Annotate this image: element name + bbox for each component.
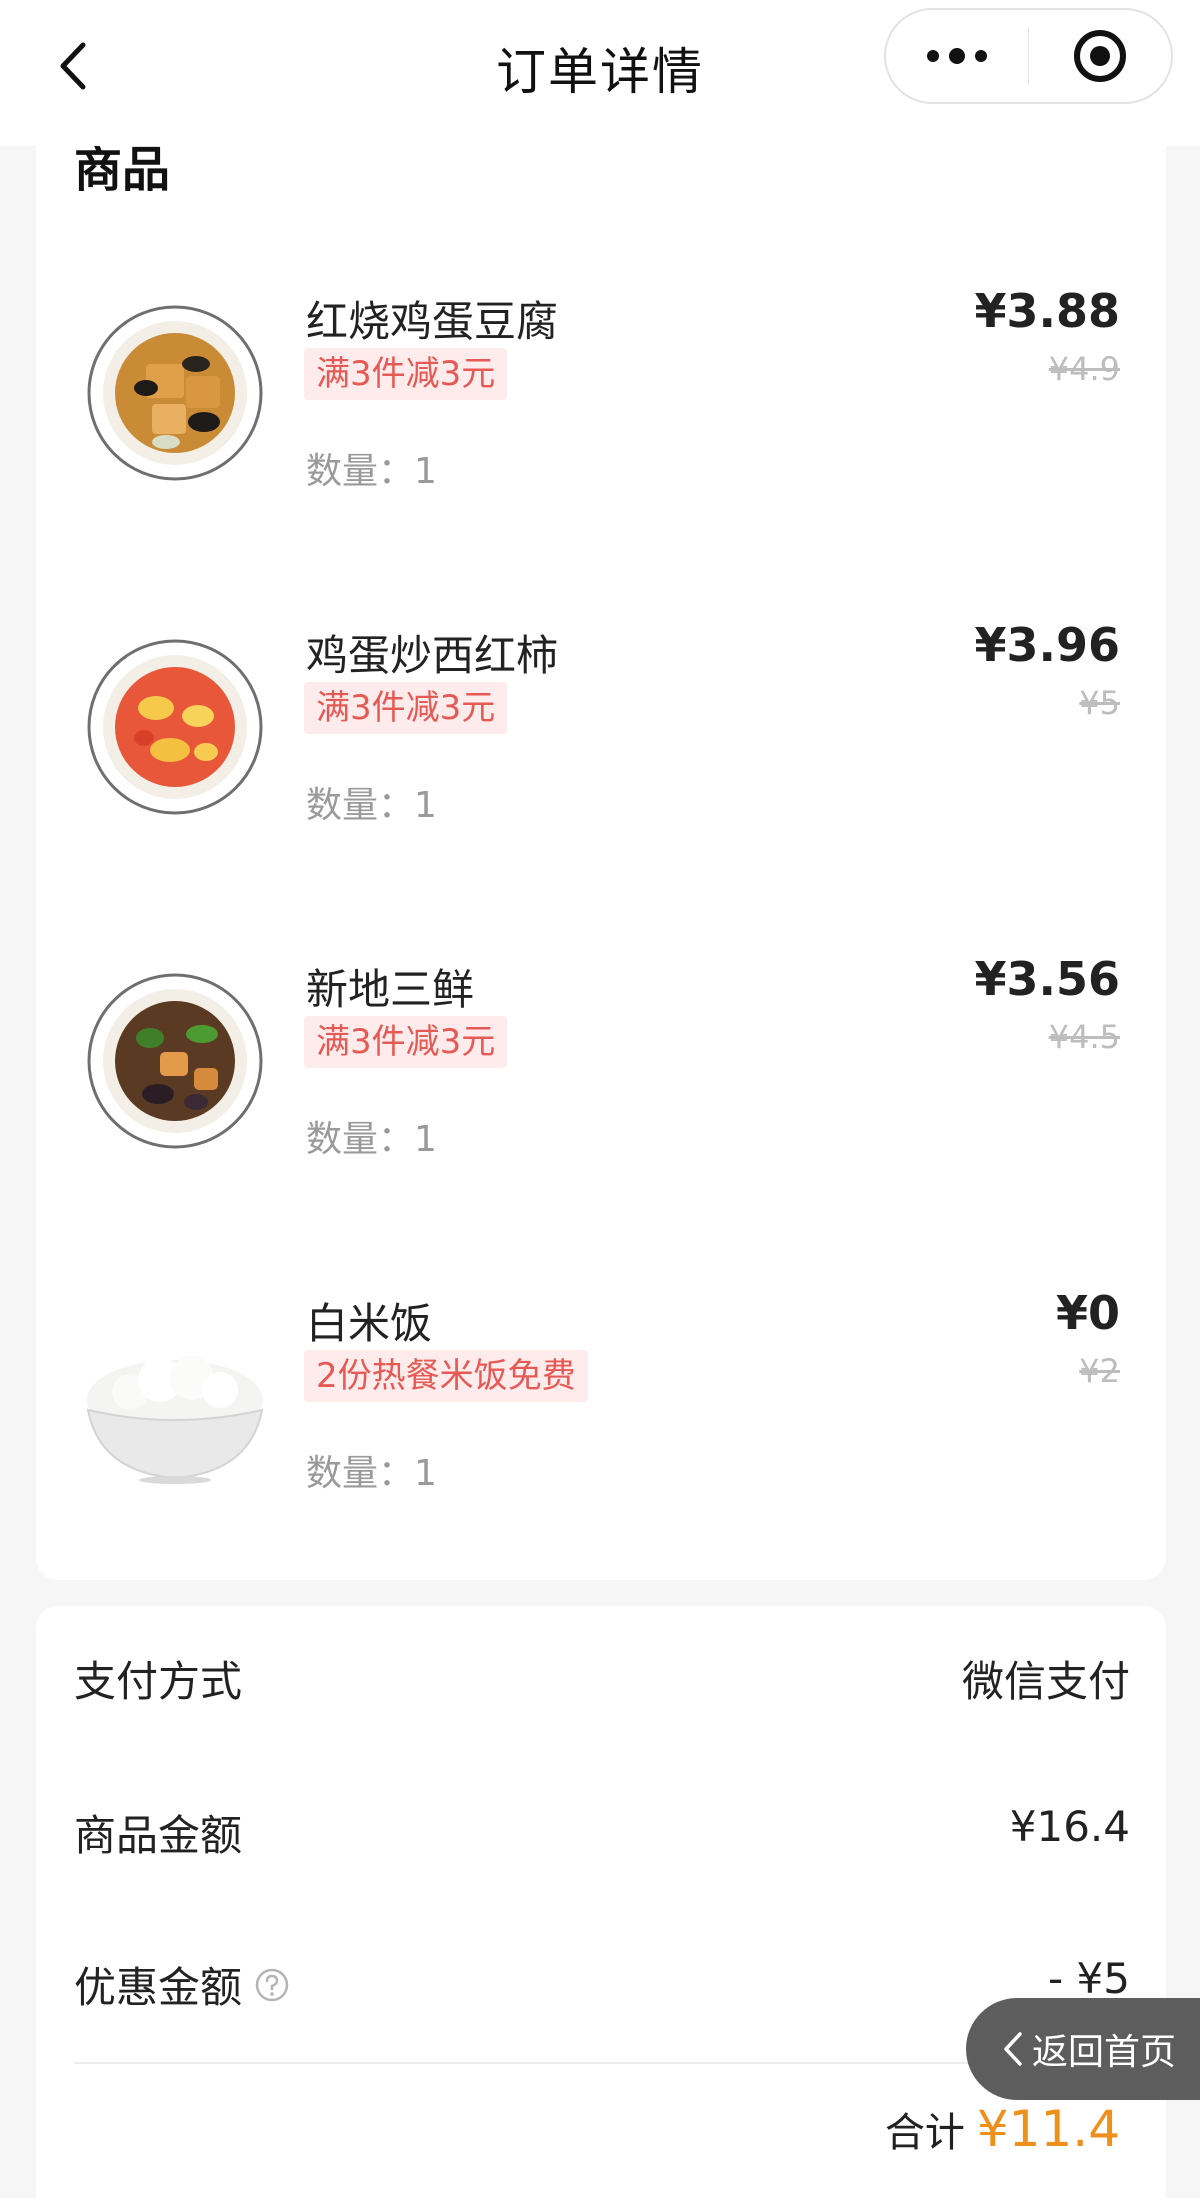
question-circle-icon[interactable]	[254, 1967, 290, 2003]
payment-method-label: 支付方式	[74, 1657, 243, 1706]
item-price: ¥3.88	[974, 284, 1120, 338]
chevron-left-icon	[1004, 2032, 1022, 2066]
item-name: 新地三鲜	[306, 965, 475, 1014]
goods-amount-value: ¥16.4	[1009, 1802, 1130, 1851]
item-quantity: 数量：1	[306, 1119, 437, 1160]
total-label: 合计	[884, 2110, 965, 2156]
item-name: 红烧鸡蛋豆腐	[306, 297, 559, 346]
payment-summary-card: 支付方式 微信支付 商品金额 ¥16.4 优惠金额 - ¥5 合计 ¥11.4	[36, 1606, 1166, 2198]
discount-label: 优惠金额	[74, 1963, 243, 2012]
payment-method-row: 支付方式 微信支付	[74, 1648, 1130, 1728]
back-to-home-button[interactable]: 返回首页	[966, 1998, 1200, 2100]
order-item: 红烧鸡蛋豆腐 满3件减3元 ¥3.88 ¥4.9 数量：1	[36, 260, 1166, 560]
total-row: 合计 ¥11.4	[885, 2100, 1120, 2158]
item-name: 白米饭	[306, 1299, 433, 1348]
promo-tag: 满3件减3元	[304, 348, 508, 400]
promo-tag: 2份热餐米饭免费	[304, 1350, 588, 1402]
goods-amount-label: 商品金额	[74, 1811, 243, 1860]
dish-image-tomato-egg	[86, 638, 264, 816]
discount-value: - ¥5	[1048, 1954, 1130, 2003]
item-original-price: ¥5	[1079, 684, 1120, 722]
order-item: 新地三鲜 满3件减3元 ¥3.56 ¥4.5 数量：1	[36, 928, 1166, 1228]
promo-tag: 满3件减3元	[304, 1016, 508, 1068]
total-value: ¥11.4	[976, 2100, 1120, 2158]
goods-amount-row: 商品金额 ¥16.4	[74, 1802, 1130, 1882]
more-menu-button[interactable]	[886, 10, 1028, 102]
item-quantity: 数量：1	[306, 1453, 437, 1494]
discount-label-group: 优惠金额	[74, 1954, 290, 2015]
item-original-price: ¥2	[1079, 1352, 1120, 1390]
close-mini-program-button[interactable]	[1029, 10, 1171, 102]
item-price: ¥0	[1055, 1286, 1120, 1340]
item-quantity: 数量：1	[306, 451, 437, 492]
item-original-price: ¥4.9	[1048, 350, 1120, 388]
mini-program-capsule	[884, 8, 1173, 104]
order-item: 鸡蛋炒西红柿 满3件减3元 ¥3.96 ¥5 数量：1	[36, 594, 1166, 894]
target-circle-icon	[1074, 30, 1127, 82]
dish-image-tofu	[86, 304, 264, 482]
item-quantity: 数量：1	[306, 785, 437, 826]
item-original-price: ¥4.5	[1048, 1018, 1120, 1056]
payment-method-value: 微信支付	[961, 1657, 1130, 1706]
item-price: ¥3.96	[974, 618, 1120, 672]
nav-bar: 订单详情	[0, 0, 1200, 146]
more-dots-icon	[926, 48, 987, 64]
dish-image-di-san-xian	[86, 972, 264, 1150]
order-item: 白米饭 2份热餐米饭免费 ¥0 ¥2 数量：1	[36, 1262, 1166, 1562]
discount-row: 优惠金额 - ¥5	[74, 1954, 1130, 2034]
back-to-home-label: 返回首页	[1032, 2032, 1177, 2073]
item-price: ¥3.56	[974, 952, 1120, 1006]
dish-image-white-rice	[80, 1306, 270, 1484]
promo-tag: 满3件减3元	[304, 682, 508, 734]
goods-card: 商品 红烧鸡蛋豆腐 满3件减3元 ¥3.88 ¥4.9 数量：1 鸡蛋炒西红柿 …	[36, 110, 1166, 1580]
item-name: 鸡蛋炒西红柿	[306, 631, 559, 680]
